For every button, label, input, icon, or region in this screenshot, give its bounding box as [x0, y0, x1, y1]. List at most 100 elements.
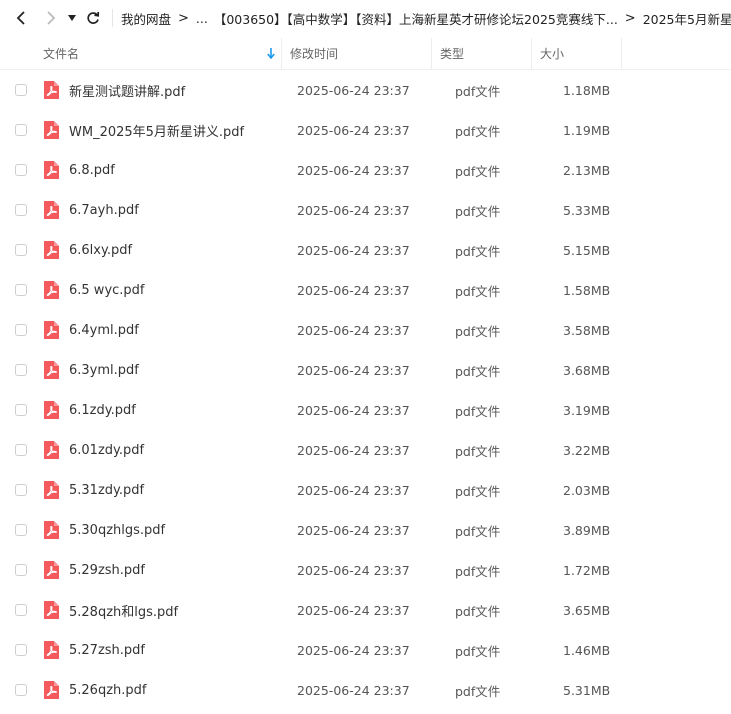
row-checkbox[interactable]	[15, 364, 27, 376]
file-name[interactable]: 5.28qzh和lgs.pdf	[69, 601, 289, 620]
file-row[interactable]: 5.31zdy.pdf 2025-06-24 23:37 pdf文件 2.03MB	[0, 470, 731, 510]
back-button[interactable]	[8, 5, 34, 31]
forward-button[interactable]	[38, 5, 64, 31]
file-size: 5.31MB	[563, 682, 611, 698]
file-name[interactable]: 5.30qzhlgs.pdf	[69, 523, 289, 538]
file-modified-time: 2025-06-24 23:37	[297, 602, 410, 618]
column-header-modified[interactable]: 修改时间	[282, 37, 432, 70]
row-checkbox[interactable]	[15, 484, 27, 496]
file-name[interactable]: 5.29zsh.pdf	[69, 563, 289, 578]
file-name[interactable]: 新星测试题讲解.pdf	[69, 81, 289, 100]
column-header-type[interactable]: 类型	[432, 37, 532, 70]
file-row[interactable]: 6.01zdy.pdf 2025-06-24 23:37 pdf文件 3.22MB	[0, 430, 731, 470]
history-dropdown-button[interactable]	[64, 5, 80, 31]
nav-buttons	[8, 5, 106, 31]
file-size: 3.65MB	[563, 602, 611, 618]
file-row[interactable]: 6.4yml.pdf 2025-06-24 23:37 pdf文件 3.58MB	[0, 310, 731, 350]
file-type: pdf文件	[455, 443, 501, 459]
file-size: 2.13MB	[563, 162, 611, 178]
row-checkbox[interactable]	[15, 604, 27, 616]
row-checkbox[interactable]	[15, 644, 27, 656]
row-checkbox[interactable]	[15, 524, 27, 536]
file-row[interactable]: 6.7ayh.pdf 2025-06-24 23:37 pdf文件 5.33MB	[0, 190, 731, 230]
file-name[interactable]: 6.4yml.pdf	[69, 323, 289, 338]
column-header-size-label: 大小	[540, 47, 565, 61]
row-checkbox[interactable]	[15, 684, 27, 696]
pdf-file-icon	[44, 681, 59, 699]
file-modified-time: 2025-06-24 23:37	[297, 122, 410, 138]
file-modified-time: 2025-06-24 23:37	[297, 162, 410, 178]
file-modified-time: 2025-06-24 23:37	[297, 442, 410, 458]
pdf-file-icon	[44, 121, 59, 139]
row-checkbox[interactable]	[15, 164, 27, 176]
file-size: 1.72MB	[563, 562, 611, 578]
row-checkbox[interactable]	[15, 244, 27, 256]
file-row[interactable]: 5.27zsh.pdf 2025-06-24 23:37 pdf文件 1.46MB	[0, 630, 731, 670]
column-header-name[interactable]: 文件名	[0, 37, 282, 70]
file-row[interactable]: 6.5 wyc.pdf 2025-06-24 23:37 pdf文件 1.58MB	[0, 270, 731, 310]
pdf-file-icon	[44, 561, 59, 579]
file-name[interactable]: 6.01zdy.pdf	[69, 443, 289, 458]
file-row[interactable]: 6.6lxy.pdf 2025-06-24 23:37 pdf文件 5.15MB	[0, 230, 731, 270]
refresh-button[interactable]	[80, 5, 106, 31]
file-name[interactable]: 5.31zdy.pdf	[69, 483, 289, 498]
row-checkbox[interactable]	[15, 284, 27, 296]
column-header-row: 文件名 修改时间 类型 大小	[0, 37, 731, 70]
file-modified-time: 2025-06-24 23:37	[297, 82, 410, 98]
file-name[interactable]: 5.27zsh.pdf	[69, 643, 289, 658]
file-row[interactable]: 6.3yml.pdf 2025-06-24 23:37 pdf文件 3.68MB	[0, 350, 731, 390]
file-name[interactable]: 6.3yml.pdf	[69, 363, 289, 378]
file-row[interactable]: 5.29zsh.pdf 2025-06-24 23:37 pdf文件 1.72MB	[0, 550, 731, 590]
file-name[interactable]: 5.26qzh.pdf	[69, 683, 289, 698]
file-type: pdf文件	[455, 483, 501, 499]
chevron-right-icon	[47, 11, 56, 25]
breadcrumb-item-ellipsis[interactable]: ...	[196, 11, 208, 26]
breadcrumb-item-parent[interactable]: 【003650】【高中数学】【资料】上海新星英才研修论坛2025竞赛线下...	[214, 9, 618, 28]
file-name[interactable]: 6.8.pdf	[69, 163, 289, 178]
row-checkbox[interactable]	[15, 204, 27, 216]
file-modified-time: 2025-06-24 23:37	[297, 562, 410, 578]
column-header-name-label: 文件名	[43, 47, 80, 61]
file-name[interactable]: 6.5 wyc.pdf	[69, 283, 289, 298]
file-type: pdf文件	[455, 83, 501, 99]
file-modified-time: 2025-06-24 23:37	[297, 482, 410, 498]
column-header-type-label: 类型	[440, 47, 465, 61]
file-row[interactable]: 5.26qzh.pdf 2025-06-24 23:37 pdf文件 5.31MB	[0, 670, 731, 710]
file-size: 3.58MB	[563, 322, 611, 338]
file-name[interactable]: 6.7ayh.pdf	[69, 203, 289, 218]
file-list: 新星测试题讲解.pdf 2025-06-24 23:37 pdf文件 1.18MB WM…	[0, 70, 731, 710]
row-checkbox[interactable]	[15, 444, 27, 456]
breadcrumb-item-current[interactable]: 2025年5月新星	[643, 9, 731, 28]
file-name[interactable]: 6.1zdy.pdf	[69, 403, 289, 418]
file-type: pdf文件	[455, 203, 501, 219]
pdf-file-icon	[44, 161, 59, 179]
file-size: 3.19MB	[563, 402, 611, 418]
row-checkbox[interactable]	[15, 564, 27, 576]
file-row[interactable]: 新星测试题讲解.pdf 2025-06-24 23:37 pdf文件 1.18MB	[0, 70, 731, 110]
pdf-file-icon	[44, 81, 59, 99]
navigation-bar: 我的网盘 > ... 【003650】【高中数学】【资料】上海新星英才研修论坛2…	[0, 0, 731, 36]
file-size: 3.22MB	[563, 442, 611, 458]
pdf-file-icon	[44, 521, 59, 539]
column-header-size[interactable]: 大小	[532, 37, 622, 70]
file-type: pdf文件	[455, 603, 501, 619]
file-row[interactable]: 5.30qzhlgs.pdf 2025-06-24 23:37 pdf文件 3.89M…	[0, 510, 731, 550]
file-size: 3.89MB	[563, 522, 611, 538]
file-row[interactable]: WM_2025年5月新星讲义.pdf 2025-06-24 23:37 pdf文件 1…	[0, 110, 731, 150]
file-modified-time: 2025-06-24 23:37	[297, 522, 410, 538]
file-size: 1.19MB	[563, 122, 611, 138]
row-checkbox[interactable]	[15, 404, 27, 416]
file-type: pdf文件	[455, 403, 501, 419]
breadcrumb-item-root[interactable]: 我的网盘	[121, 9, 171, 28]
row-checkbox[interactable]	[15, 124, 27, 136]
row-checkbox[interactable]	[15, 84, 27, 96]
file-size: 2.03MB	[563, 482, 611, 498]
file-row[interactable]: 5.28qzh和lgs.pdf 2025-06-24 23:37 pdf文件 3.65…	[0, 590, 731, 630]
file-row[interactable]: 6.8.pdf 2025-06-24 23:37 pdf文件 2.13MB	[0, 150, 731, 190]
file-name[interactable]: 6.6lxy.pdf	[69, 243, 289, 258]
row-checkbox[interactable]	[15, 324, 27, 336]
file-name[interactable]: WM_2025年5月新星讲义.pdf	[69, 121, 289, 140]
file-row[interactable]: 6.1zdy.pdf 2025-06-24 23:37 pdf文件 3.19MB	[0, 390, 731, 430]
breadcrumb-separator: >	[624, 10, 636, 26]
file-size: 5.15MB	[563, 242, 611, 258]
